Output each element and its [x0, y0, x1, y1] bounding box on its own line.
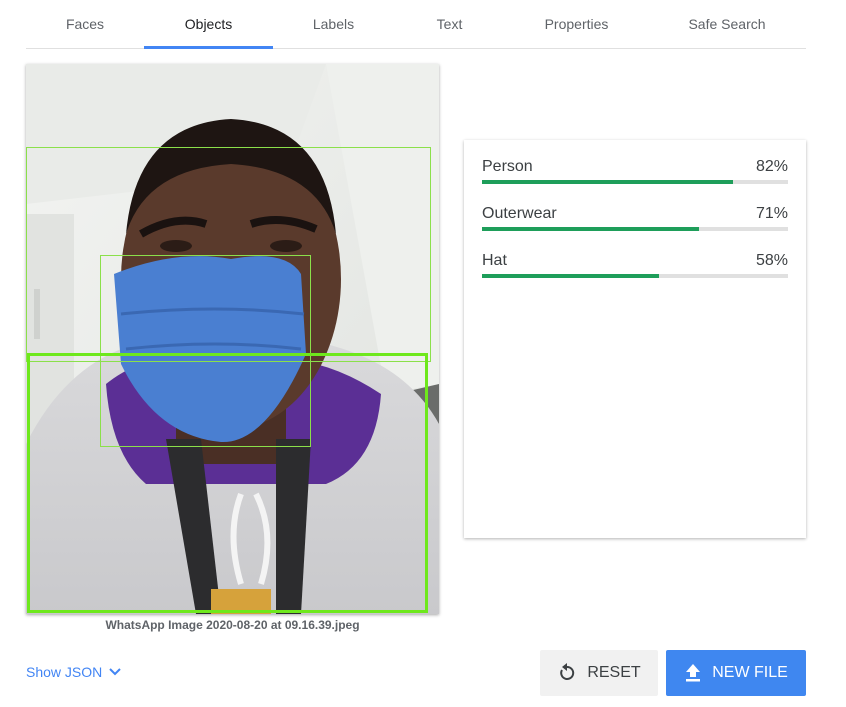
confidence-bar-fill	[482, 227, 700, 231]
result-label: Hat	[482, 252, 507, 269]
tab-properties[interactable]: Properties	[505, 0, 648, 48]
confidence-bar-track	[482, 180, 788, 184]
tab-faces[interactable]: Faces	[26, 0, 144, 48]
show-json-label: Show JSON	[26, 664, 103, 680]
tab-text[interactable]: Text	[394, 0, 505, 48]
tab-safe-search[interactable]: Safe Search	[648, 0, 806, 48]
result-percent: 58%	[755, 252, 788, 269]
confidence-bar-fill	[482, 180, 733, 184]
reset-label: RESET	[587, 664, 641, 681]
result-label: Person	[482, 158, 533, 175]
objects-results-card: Person 82% Outerwear 71% Hat 58%	[464, 140, 806, 538]
result-percent: 82%	[755, 158, 788, 175]
confidence-bar-track	[482, 227, 788, 231]
tab-objects[interactable]: Objects	[144, 0, 273, 49]
confidence-bar-track	[482, 274, 788, 278]
tab-bar: Faces Objects Labels Text Properties Saf…	[26, 0, 806, 49]
result-label: Outerwear	[482, 205, 557, 222]
new-file-button[interactable]: NEW FILE	[666, 650, 806, 696]
new-file-label: NEW FILE	[712, 664, 788, 681]
show-json-toggle[interactable]: Show JSON	[26, 664, 122, 680]
result-row-hat: Hat 58%	[482, 252, 788, 282]
result-row-outerwear: Outerwear 71%	[482, 205, 788, 235]
result-row-person: Person 82%	[482, 158, 788, 188]
chevron-down-icon	[109, 668, 121, 676]
confidence-bar-fill	[482, 274, 660, 278]
upload-icon	[686, 664, 701, 682]
tab-labels[interactable]: Labels	[273, 0, 394, 48]
reset-icon	[560, 663, 575, 680]
result-percent: 71%	[755, 205, 788, 222]
detection-box-person	[27, 353, 428, 613]
image-preview-card	[26, 64, 439, 614]
image-filename: WhatsApp Image 2020-08-20 at 09.16.39.jp…	[105, 618, 360, 632]
reset-button[interactable]: RESET	[540, 650, 658, 696]
